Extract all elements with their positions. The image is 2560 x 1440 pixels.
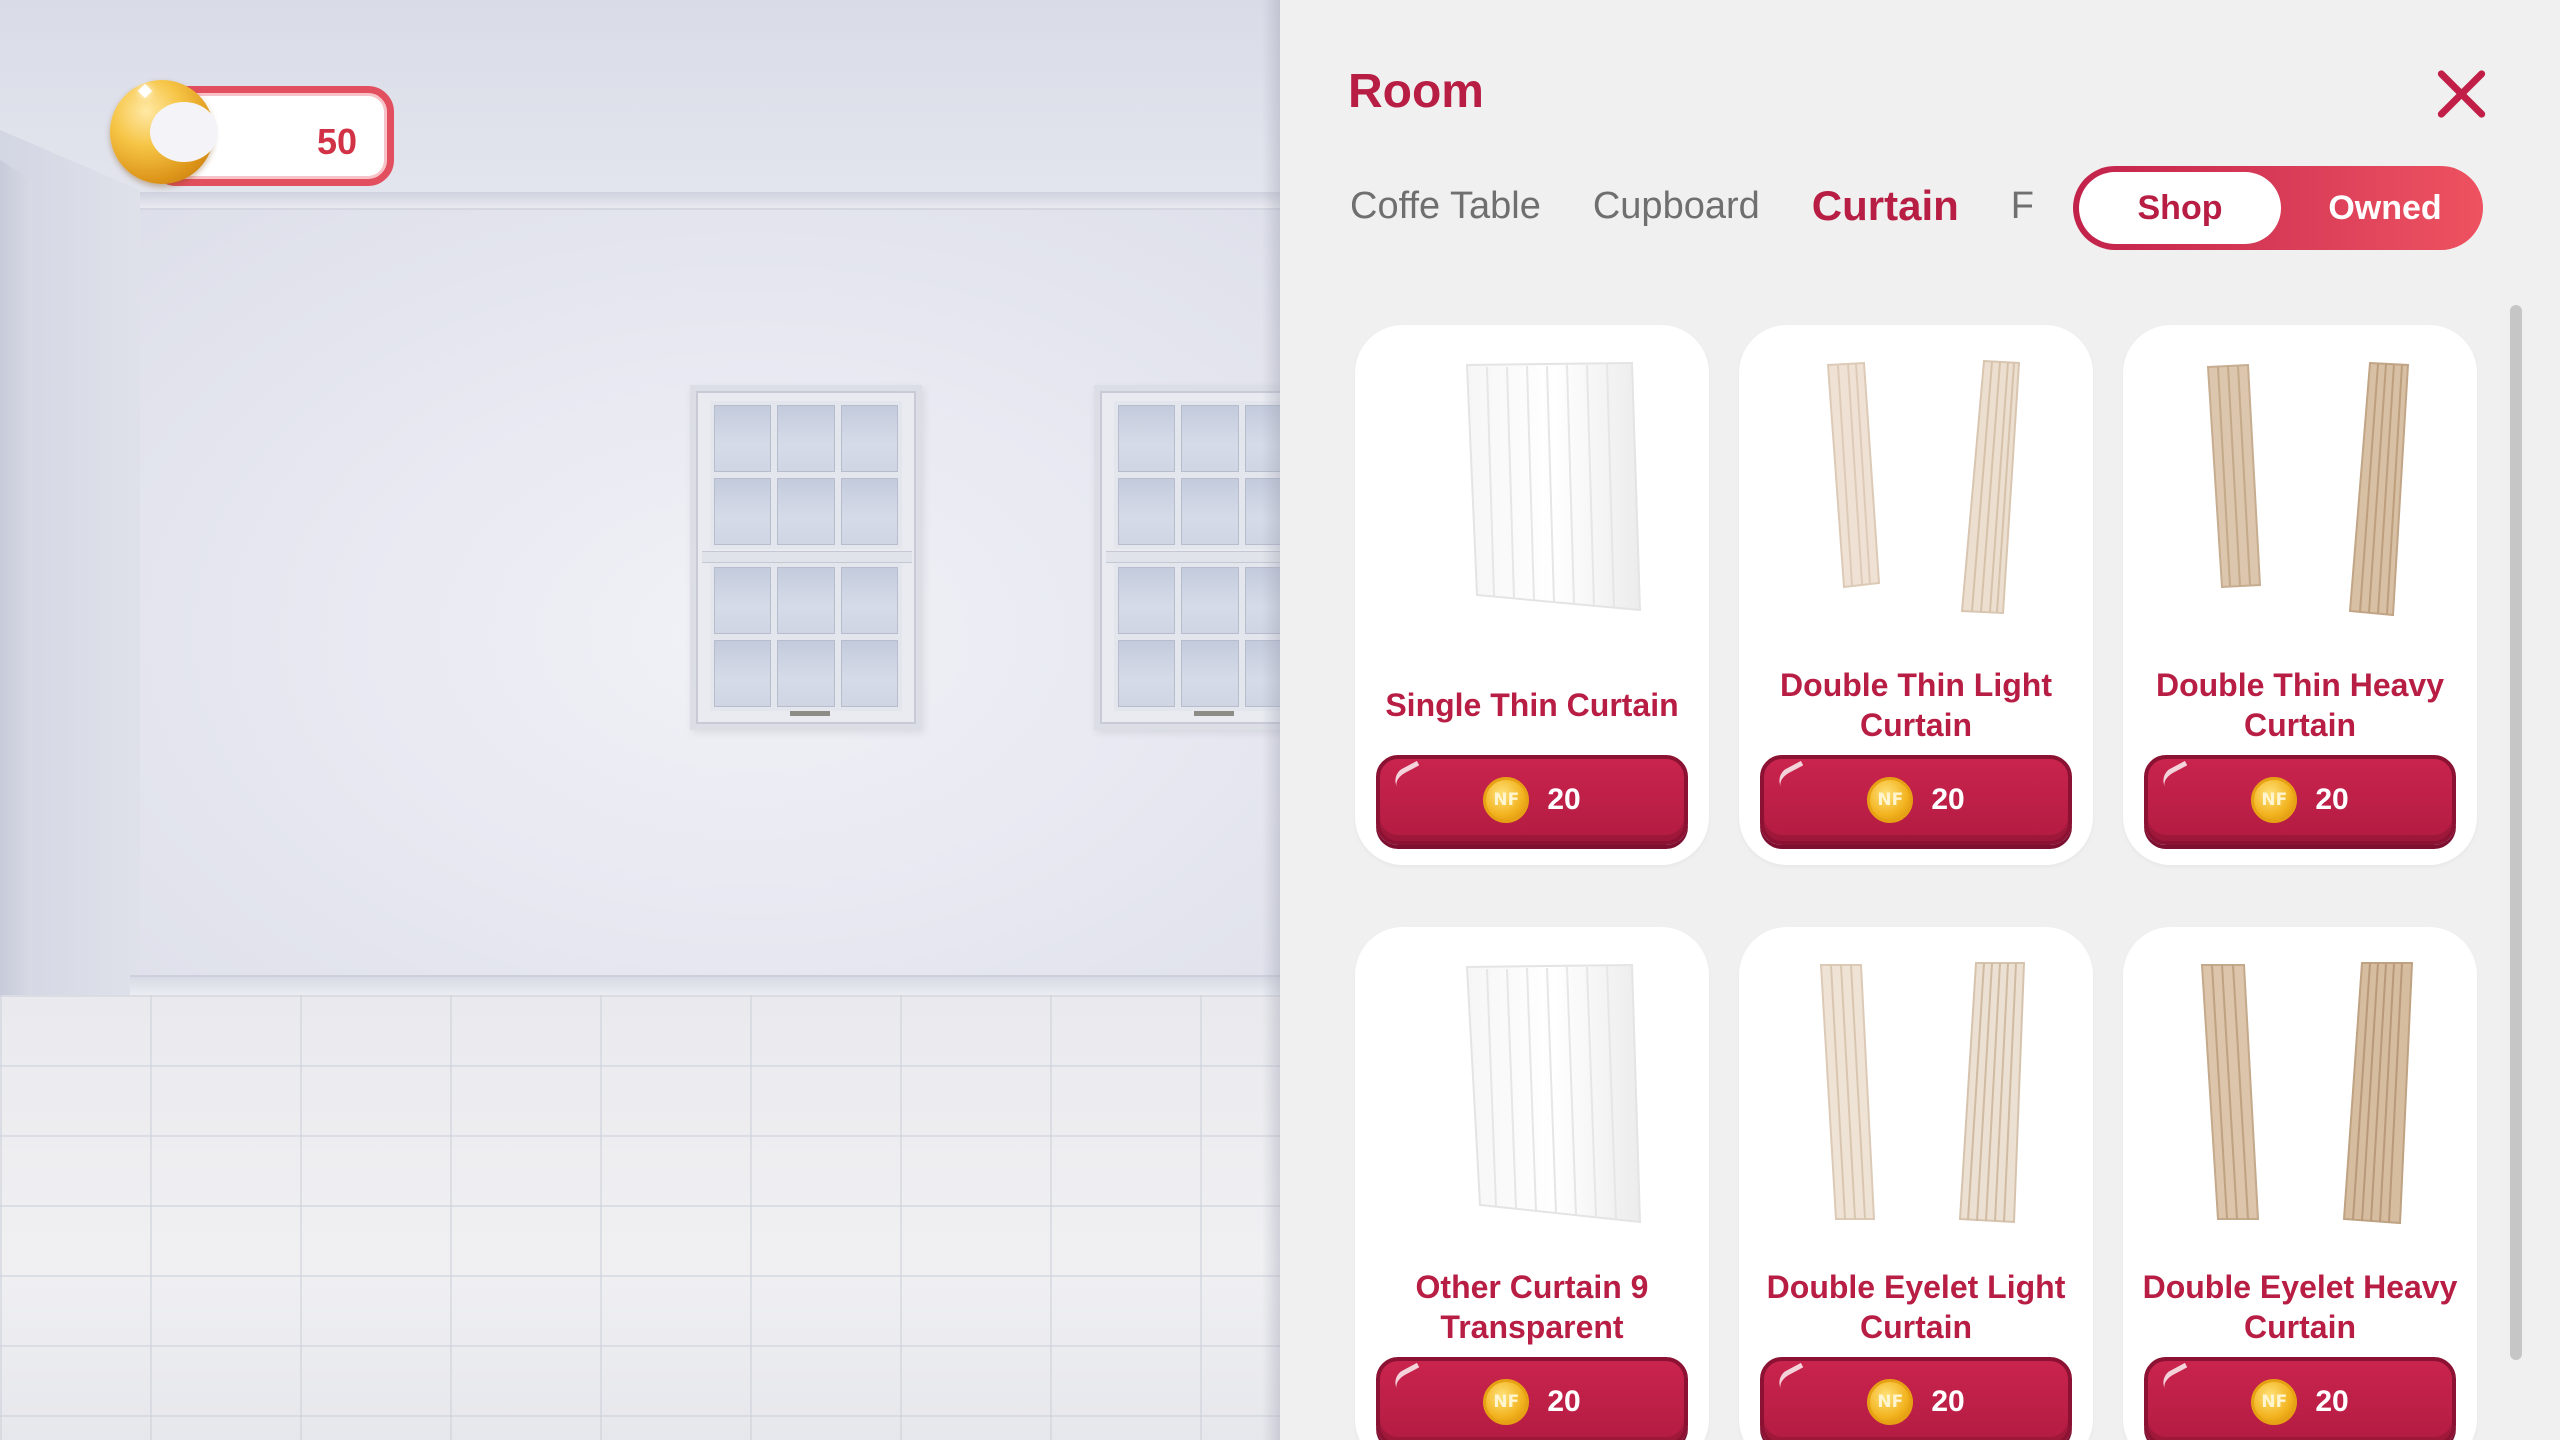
side-wall-edge	[0, 160, 32, 1040]
room-window-right	[1094, 385, 1280, 730]
buy-button[interactable]: NF 20	[1760, 755, 2072, 845]
window-rail	[702, 551, 912, 563]
tiled-floor	[0, 995, 1280, 1440]
item-card[interactable]: Single Thin Curtain NF 20	[1355, 325, 1709, 865]
transparent-curtain-icon	[1465, 963, 1642, 1224]
nf-coin-icon: NF	[2251, 777, 2298, 823]
window-rail	[1106, 551, 1280, 563]
tab-curtain[interactable]: Curtain	[1812, 176, 1959, 236]
price-row: NF 20	[2148, 759, 2452, 841]
price-row: NF 20	[1764, 759, 2068, 841]
baseboard	[130, 975, 1280, 997]
buy-button[interactable]: NF 20	[1376, 755, 1688, 845]
item-card[interactable]: Double Thin Light Curtain NF 20	[1739, 325, 2093, 865]
item-price: 20	[1547, 1385, 1581, 1418]
item-price: 20	[2315, 1385, 2349, 1418]
room-scene[interactable]: 50	[0, 0, 1280, 1440]
price-row: NF 20	[1764, 1361, 2068, 1440]
tab-f[interactable]: F	[2011, 176, 2034, 236]
item-name: Other Curtain 9 Transparent	[1415, 1269, 1649, 1345]
room-window-left	[690, 385, 922, 730]
double-eyelet-light-curtain-icon	[1819, 962, 2026, 1224]
nf-coin-icon: NF	[1483, 1379, 1530, 1425]
nf-coin-icon: NF	[1483, 777, 1530, 823]
panel-title: Room	[1348, 65, 1484, 118]
window-pane-top	[710, 401, 902, 549]
buy-button[interactable]: NF 20	[2144, 755, 2456, 845]
item-name: Double Thin Heavy Curtain	[2155, 667, 2445, 743]
price-row: NF 20	[1380, 759, 1684, 841]
window-handle	[790, 711, 830, 716]
buy-button[interactable]: NF 20	[2144, 1357, 2456, 1440]
item-name: Double Eyelet Heavy Curtain	[2142, 1269, 2458, 1345]
price-row: NF 20	[2148, 1361, 2452, 1440]
item-price: 20	[2315, 783, 2349, 816]
shop-owned-toggle: Shop Owned	[2073, 166, 2483, 250]
item-card[interactable]: Other Curtain 9 Transparent NF 20	[1355, 927, 1709, 1440]
shop-panel: Room Coffe Table Cupboard Curtain F Shop…	[1280, 0, 2560, 1440]
item-card[interactable]: Double Eyelet Light Curtain NF 20	[1739, 927, 2093, 1440]
shop-toggle-button[interactable]: Shop	[2079, 172, 2281, 244]
crown-molding	[100, 192, 1280, 210]
nf-coin-icon: NF	[1867, 1379, 1914, 1425]
double-thin-light-curtain-icon	[1826, 359, 2021, 615]
item-price: 20	[1931, 783, 1965, 816]
scrollbar[interactable]	[2510, 305, 2522, 1360]
sparkle-icon	[137, 83, 153, 99]
coin-balance-value: 50	[316, 121, 357, 162]
panel-edge-shadow	[1262, 0, 1280, 1440]
tab-cupboard[interactable]: Cupboard	[1593, 176, 1760, 236]
coin-c-icon	[110, 80, 218, 184]
item-name: Single Thin Curtain	[1385, 687, 1679, 723]
double-eyelet-heavy-curtain-icon	[2200, 962, 2414, 1225]
item-card[interactable]: Double Thin Heavy Curtain NF 20	[2123, 325, 2477, 865]
window-handle	[1194, 711, 1234, 716]
item-price: 20	[1931, 1385, 1965, 1418]
item-name: Double Eyelet Light Curtain	[1766, 1269, 2066, 1345]
close-icon[interactable]	[2430, 62, 2494, 126]
nf-coin-icon: NF	[2251, 1379, 2298, 1425]
window-pane-bottom	[1114, 563, 1280, 711]
buy-button[interactable]: NF 20	[1760, 1357, 2072, 1440]
window-pane-bottom	[710, 563, 902, 711]
tab-coffe-table[interactable]: Coffe Table	[1350, 176, 1541, 236]
item-price: 20	[1547, 783, 1581, 816]
buy-button[interactable]: NF 20	[1376, 1357, 1688, 1440]
item-card[interactable]: Double Eyelet Heavy Curtain NF 20	[2123, 927, 2477, 1440]
window-pane-top	[1114, 401, 1280, 549]
nf-coin-icon: NF	[1867, 777, 1914, 823]
price-row: NF 20	[1380, 1361, 1684, 1440]
double-thin-heavy-curtain-icon	[2206, 361, 2410, 617]
item-name: Double Thin Light Curtain	[1780, 667, 2052, 743]
owned-toggle-button[interactable]: Owned	[2293, 172, 2477, 244]
coin-balance: 50	[110, 80, 394, 188]
single-sheer-curtain-icon	[1465, 361, 1642, 612]
